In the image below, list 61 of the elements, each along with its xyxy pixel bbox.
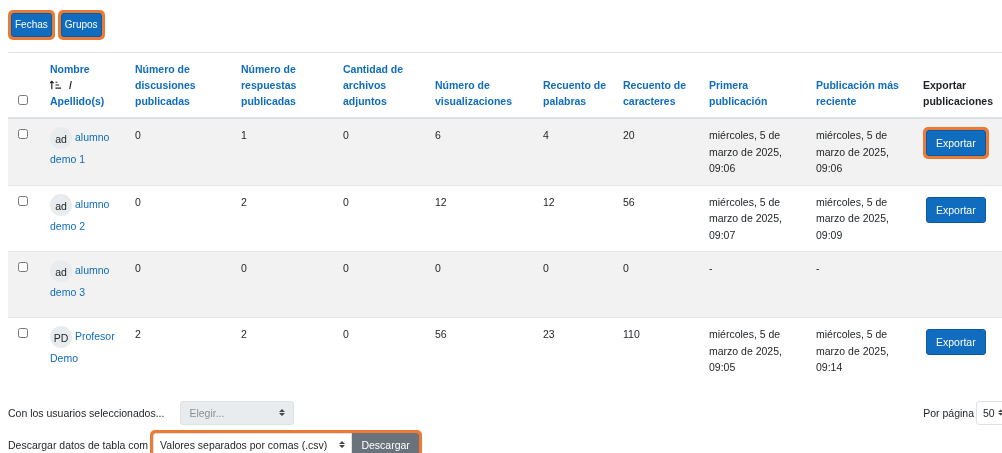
per-page-label: Por página	[923, 406, 974, 419]
separator-slash: /	[69, 78, 72, 93]
table-cell-text: 2	[135, 327, 141, 342]
table-cell-text: miércoles, 5 de marzo de 2025, 09:06	[709, 128, 783, 176]
table-cell-text: 0	[343, 128, 349, 143]
download-label: Descargar datos de tabla com	[8, 438, 149, 451]
per-page-select[interactable]: 50	[976, 400, 1002, 425]
table-cell-text: 110	[623, 327, 640, 342]
column-header[interactable]: Primera publicación	[709, 77, 800, 109]
export-button[interactable]: Exportar	[926, 329, 986, 355]
table-cell-text: 0	[135, 128, 141, 143]
table-cell-text: 56	[435, 327, 447, 342]
table-cell-text: -	[816, 261, 820, 276]
filter-button[interactable]: Fechas	[11, 13, 52, 37]
table-cell-text: 0	[343, 261, 349, 276]
export-button[interactable]: Exportar	[926, 196, 986, 223]
user-avatar: PD	[50, 326, 72, 348]
table-cell-text: 0	[135, 261, 141, 276]
download-button[interactable]: Descargar	[352, 432, 419, 453]
table-cell-text: 0	[241, 261, 247, 276]
table-cell-text: 12	[435, 194, 447, 210]
table-cell-text: miércoles, 5 de marzo de 2025, 09:14	[816, 327, 890, 375]
column-header[interactable]: Recuento de palabras	[543, 77, 607, 109]
table-cell-text: 0	[135, 194, 141, 210]
column-header: Exportar publicaciones	[923, 78, 994, 109]
column-header[interactable]: Cantidad de archivos adjuntos	[343, 61, 419, 109]
table-cell-text: 0	[435, 261, 441, 276]
table-cell-text: 6	[435, 128, 441, 143]
format-select[interactable]: Valores separados por comas (.csv)	[153, 432, 353, 453]
column-header[interactable]: Número de discusiones publicadas	[135, 61, 225, 109]
table-cell-text: 20	[623, 128, 635, 143]
user-avatar: ad	[50, 193, 72, 216]
table-cell-text: 0	[543, 261, 549, 276]
table-cell-text: 0	[343, 194, 349, 210]
table-cell-text: 23	[543, 327, 555, 342]
column-header[interactable]: Nombre	[50, 61, 119, 77]
column-header[interactable]: Apellido(s)	[50, 93, 119, 109]
table-cell-text: -	[709, 261, 713, 276]
table-cell-text: miércoles, 5 de marzo de 2025, 09:05	[709, 327, 783, 375]
table-cell-text: miércoles, 5 de marzo de 2025, 09:09	[816, 194, 890, 243]
user-link[interactable]: ad alumno demo 2	[50, 193, 119, 237]
table-cell-text: miércoles, 5 de marzo de 2025, 09:06	[816, 128, 890, 176]
table-cell-text: 4	[543, 128, 549, 143]
column-header[interactable]: Recuento de caracteres	[623, 77, 693, 109]
user-avatar: ad	[50, 260, 72, 282]
table-cell-text: 56	[623, 194, 635, 210]
table-cell-text: 2	[241, 327, 247, 342]
filter-button[interactable]: Grupos	[60, 13, 102, 37]
table-cell-text: miércoles, 5 de marzo de 2025, 09:07	[709, 194, 783, 243]
table-cell-text: 0	[623, 261, 629, 276]
table-cell-text: 12	[543, 194, 555, 210]
table-cell-text: 1	[241, 128, 247, 143]
column-header[interactable]: Número de visualizaciones	[435, 77, 527, 109]
bulk-action-label: Con los usuarios seleccionados...	[8, 406, 165, 419]
column-header[interactable]: Número de respuestas publicadas	[241, 61, 327, 109]
column-header[interactable]: Publicación más reciente	[816, 77, 907, 109]
user-link[interactable]: PD Profesor Demo	[50, 326, 119, 369]
table-cell-text: 2	[241, 194, 247, 210]
table-cell-text: 0	[343, 327, 349, 342]
user-avatar: ad	[50, 127, 72, 149]
export-button[interactable]: Exportar	[926, 130, 986, 156]
